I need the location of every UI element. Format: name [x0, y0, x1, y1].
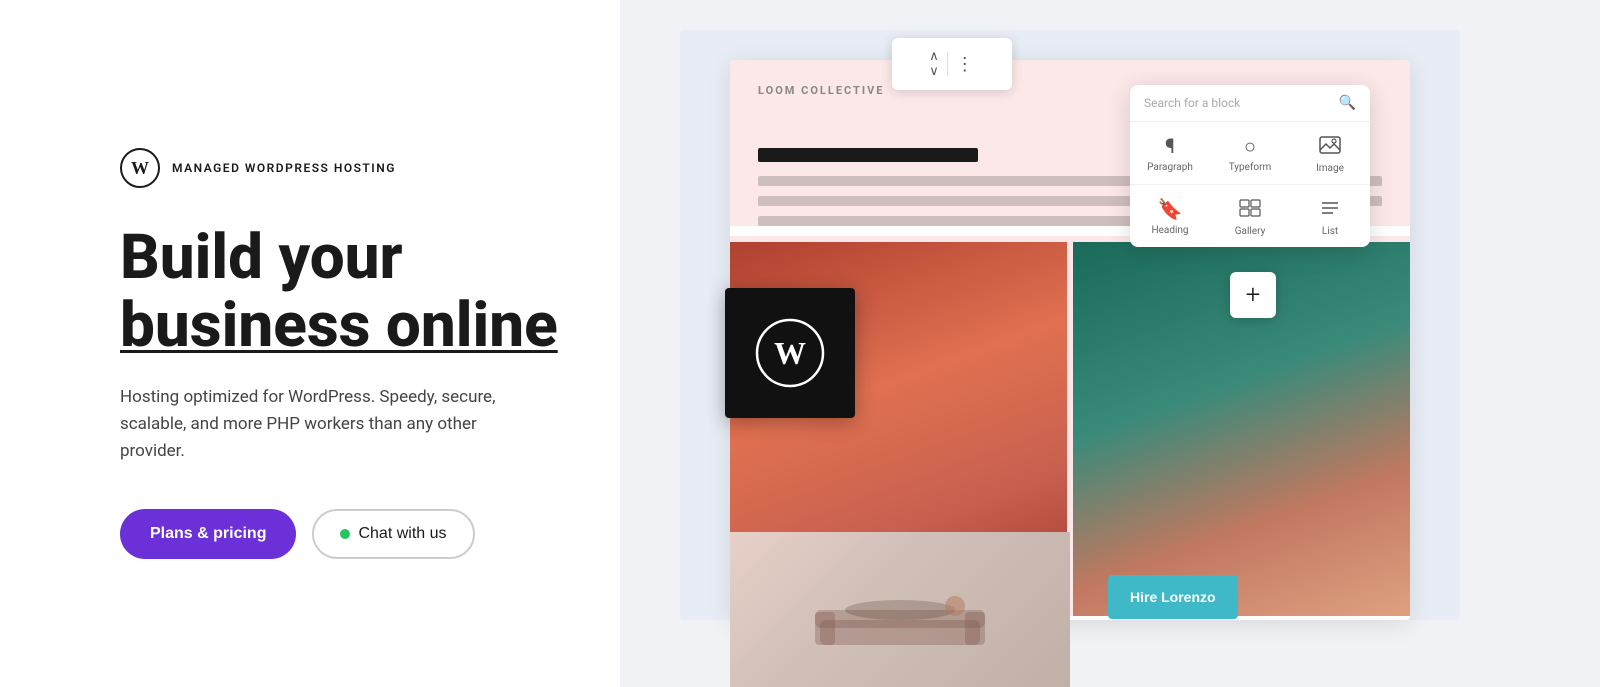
gallery-icon: [1239, 199, 1261, 220]
image-label: Image: [1316, 163, 1344, 174]
block-typeform[interactable]: ○ Typeform: [1210, 122, 1290, 185]
block-heading[interactable]: 🔖 Heading: [1130, 185, 1210, 247]
paragraph-icon: ¶: [1165, 136, 1175, 156]
text-bar-title: [758, 148, 978, 162]
typeform-icon: ○: [1244, 136, 1256, 156]
wp-logo-icon: W: [120, 148, 160, 188]
chat-online-dot: [340, 529, 350, 539]
chat-button[interactable]: Chat with us: [312, 509, 474, 559]
bottom-image-strip: [730, 532, 1070, 687]
plans-pricing-button[interactable]: Plans & pricing: [120, 509, 296, 559]
svg-text:W: W: [131, 158, 149, 178]
headline-line2: business online: [120, 289, 558, 362]
image-icon: [1319, 136, 1341, 157]
hero-headline: Build your business online: [120, 224, 560, 360]
site-name-label: LOOM COLLECTIVE: [758, 84, 884, 97]
list-label: List: [1322, 226, 1338, 237]
page-wrapper: W MANAGED WORDPRESS HOSTING Build your b…: [0, 0, 1600, 687]
hire-lorenzo-button[interactable]: Hire Lorenzo: [1108, 575, 1238, 619]
block-grid: ¶ Paragraph ○ Typeform Image: [1130, 122, 1370, 247]
svg-text:W: W: [774, 335, 806, 371]
chevron-down-icon: ∨: [929, 65, 939, 78]
more-options-icon[interactable]: ⋮: [956, 54, 975, 75]
heading-label: Heading: [1151, 225, 1188, 236]
toolbar-card: ∧ ∨ ⋮: [892, 38, 1012, 90]
hero-subheadline: Hosting optimized for WordPress. Speedy,…: [120, 384, 540, 466]
search-icon: 🔍: [1339, 95, 1356, 111]
block-gallery[interactable]: Gallery: [1210, 185, 1290, 247]
block-paragraph[interactable]: ¶ Paragraph: [1130, 122, 1210, 185]
heading-icon: 🔖: [1158, 199, 1183, 219]
chevron-up-icon: ∧: [929, 50, 939, 63]
wp-black-logo-card: W: [725, 288, 855, 418]
typeform-label: Typeform: [1229, 162, 1272, 173]
left-panel: W MANAGED WORDPRESS HOSTING Build your b…: [0, 0, 620, 687]
block-search-row: Search for a block 🔍: [1130, 85, 1370, 122]
block-picker-panel: Search for a block 🔍 ¶ Paragraph ○ Typef…: [1130, 85, 1370, 247]
cta-row: Plans & pricing Chat with us: [120, 509, 560, 559]
up-down-arrows[interactable]: ∧ ∨: [929, 50, 939, 78]
block-search-placeholder[interactable]: Search for a block: [1144, 96, 1331, 110]
brand-row: W MANAGED WORDPRESS HOSTING: [120, 148, 560, 188]
right-panel: LOOM COLLECTIVE ∧ ∨ ⋮: [620, 0, 1600, 687]
chat-button-label: Chat with us: [358, 525, 446, 543]
headline-line1: Build your: [120, 221, 403, 294]
toolbar-separator: [947, 52, 948, 76]
brand-label: MANAGED WORDPRESS HOSTING: [172, 161, 396, 175]
wp-white-logo-icon: W: [755, 318, 825, 388]
bottom-image-content: [730, 532, 1070, 687]
paragraph-label: Paragraph: [1147, 162, 1193, 173]
block-image[interactable]: Image: [1290, 122, 1370, 185]
add-block-button[interactable]: +: [1230, 272, 1276, 318]
list-icon: [1319, 199, 1341, 220]
gallery-label: Gallery: [1235, 226, 1266, 237]
block-list[interactable]: List: [1290, 185, 1370, 247]
furniture-silhouette: [800, 560, 1000, 660]
